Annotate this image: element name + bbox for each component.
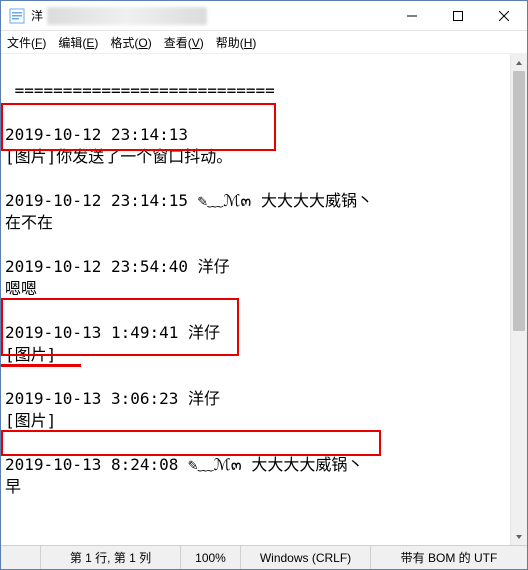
text-line: [图片] <box>5 345 56 364</box>
app-icon <box>9 8 25 24</box>
text-editor[interactable]: =========================== 2019-10-12 2… <box>1 54 510 545</box>
close-button[interactable] <box>481 1 527 31</box>
scroll-thumb[interactable] <box>513 71 525 331</box>
menu-format[interactable]: 格式(O) <box>110 34 151 51</box>
text-line: 2019-10-12 23:14:15 ✎﹏ℳ๓ 大大大大威锅丶 <box>5 191 373 210</box>
text-line: 2019-10-13 8:24:08 ✎﹏ℳ๓ 大大大大威锅丶 <box>5 455 363 474</box>
window-title-blurred <box>47 7 207 25</box>
text-line: 2019-10-12 23:14:13 <box>5 125 188 144</box>
text-line <box>5 301 15 320</box>
text-line: 嗯嗯 <box>5 279 37 298</box>
window-title: 洋 <box>31 7 43 24</box>
titlebar: 洋 <box>1 1 527 31</box>
text-line: 2019-10-12 23:54:40 洋仔 <box>5 257 230 276</box>
text-line <box>5 367 15 386</box>
status-zoom: 100% <box>181 546 241 569</box>
status-eol: Windows (CRLF) <box>241 546 371 569</box>
status-position: 第 1 行, 第 1 列 <box>41 546 181 569</box>
text-line <box>5 433 15 452</box>
text-line: [图片]你发送了一个窗口抖动。 <box>5 147 232 166</box>
text-line <box>5 103 15 122</box>
menu-edit[interactable]: 编辑(E) <box>58 34 98 51</box>
highlight-box-3 <box>1 430 381 456</box>
maximize-button[interactable] <box>435 1 481 31</box>
status-blank <box>1 546 41 569</box>
scroll-track[interactable] <box>511 71 527 528</box>
scroll-up-button[interactable] <box>511 54 527 71</box>
text-line: 2019-10-13 1:49:41 洋仔 <box>5 323 220 342</box>
text-line: 2019-10-13 3:06:23 洋仔 <box>5 389 220 408</box>
minimize-button[interactable] <box>389 1 435 31</box>
vertical-scrollbar[interactable] <box>510 54 527 545</box>
statusbar: 第 1 行, 第 1 列 100% Windows (CRLF) 带有 BOM … <box>1 545 527 569</box>
menu-help[interactable]: 帮助(H) <box>216 34 257 51</box>
scroll-down-button[interactable] <box>511 528 527 545</box>
text-line <box>5 169 15 188</box>
text-line: 早 <box>5 477 21 496</box>
text-line: =========================== <box>5 81 275 100</box>
text-line: 在不在 <box>5 213 53 232</box>
status-encoding: 带有 BOM 的 UTF <box>371 546 527 569</box>
menubar: 文件(F) 编辑(E) 格式(O) 查看(V) 帮助(H) <box>1 31 527 53</box>
content-area: =========================== 2019-10-12 2… <box>1 53 527 545</box>
text-line: [图片] <box>5 411 56 430</box>
text-line <box>5 235 15 254</box>
menu-view[interactable]: 查看(V) <box>164 34 204 51</box>
menu-file[interactable]: 文件(F) <box>7 34 46 51</box>
